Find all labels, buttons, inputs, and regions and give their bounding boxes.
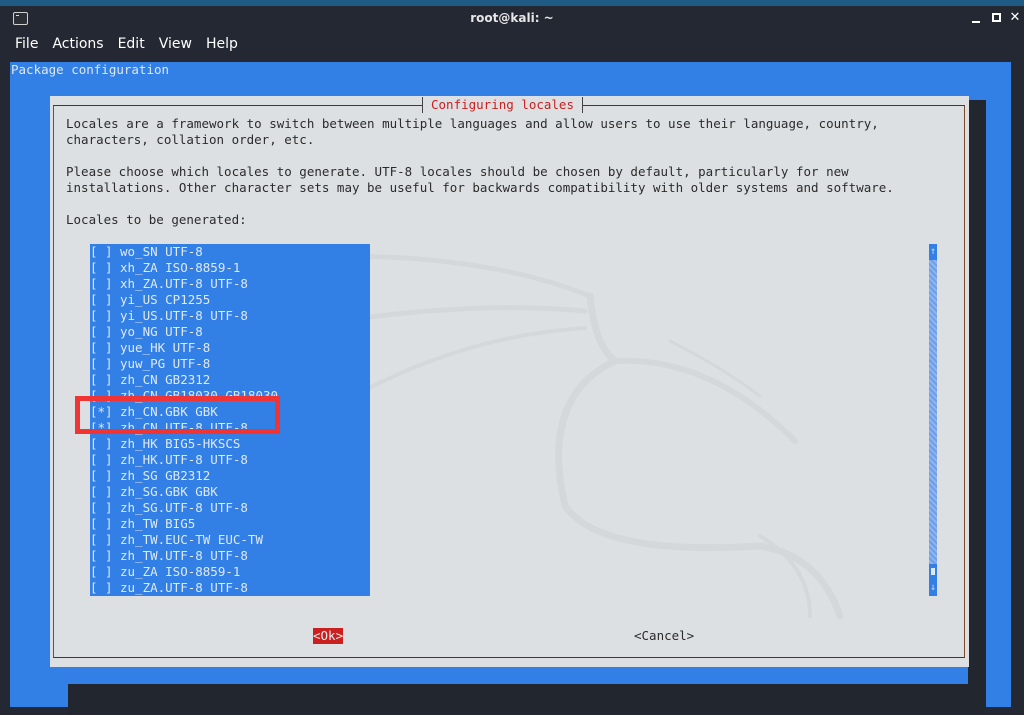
- locale-item[interactable]: [ ] zh_TW BIG5: [90, 516, 370, 532]
- locale-name: zu_ZA ISO-8859-1: [120, 564, 241, 579]
- locale-item[interactable]: [ ] zh_HK BIG5-HKSCS: [90, 436, 370, 452]
- locale-name: wo_SN UTF-8: [120, 244, 203, 259]
- locale-name: zh_TW.EUC-TW EUC-TW: [120, 532, 263, 547]
- locale-checkbox[interactable]: [ ]: [90, 468, 120, 484]
- terminal-window: root@kali: ~ ✕ File Actions Edit View He…: [0, 6, 1024, 715]
- locale-item[interactable]: [ ] yue_HK UTF-8: [90, 340, 370, 356]
- locales-list-label: Locales to be generated:: [66, 212, 247, 227]
- locale-item[interactable]: [ ] yuw_PG UTF-8: [90, 356, 370, 372]
- locale-name: zh_CN GB2312: [120, 372, 211, 387]
- locale-checkbox[interactable]: [ ]: [90, 260, 120, 276]
- locale-name: yo_NG UTF-8: [120, 324, 203, 339]
- locale-item[interactable]: [*] zh_CN.UTF-8 UTF-8: [90, 420, 370, 436]
- locale-item[interactable]: [ ] yi_US CP1255: [90, 292, 370, 308]
- locale-item[interactable]: [ ] zh_TW.UTF-8 UTF-8: [90, 548, 370, 564]
- scrollbar[interactable]: ↑ ↓: [929, 244, 937, 596]
- locale-item[interactable]: [ ] zh_SG.GBK GBK: [90, 484, 370, 500]
- locale-name: zh_TW BIG5: [120, 516, 196, 531]
- locale-checkbox[interactable]: [ ]: [90, 500, 120, 516]
- locale-checkbox[interactable]: [ ]: [90, 308, 120, 324]
- locale-name: zh_HK.UTF-8 UTF-8: [120, 452, 248, 467]
- locale-item[interactable]: [ ] zu_ZA ISO-8859-1: [90, 564, 370, 580]
- locale-name: zh_CN.GBK GBK: [120, 404, 218, 419]
- locale-item[interactable]: [ ] zh_HK.UTF-8 UTF-8: [90, 452, 370, 468]
- locales-dialog: Configuring locales Locales are a framew…: [50, 96, 969, 667]
- locale-item[interactable]: [ ] yo_NG UTF-8: [90, 324, 370, 340]
- locale-name: yue_HK UTF-8: [120, 340, 211, 355]
- locale-item[interactable]: [ ] zh_SG.UTF-8 UTF-8: [90, 500, 370, 516]
- menu-edit[interactable]: Edit: [112, 34, 153, 58]
- locale-name: zh_CN.UTF-8 UTF-8: [120, 420, 248, 435]
- locale-item[interactable]: [ ] wo_SN UTF-8: [90, 244, 370, 260]
- locale-checkbox[interactable]: [ ]: [90, 324, 120, 340]
- locale-checkbox[interactable]: [ ]: [90, 356, 120, 372]
- locale-name: yi_US CP1255: [120, 292, 211, 307]
- locale-checkbox[interactable]: [ ]: [90, 276, 120, 292]
- locale-checkbox[interactable]: [ ]: [90, 452, 120, 468]
- locale-item[interactable]: [*] zh_CN.GBK GBK: [90, 404, 370, 420]
- locale-name: zh_TW.UTF-8 UTF-8: [120, 548, 248, 563]
- locale-checkbox[interactable]: [ ]: [90, 580, 120, 596]
- scrollbar-thumb[interactable]: [929, 564, 937, 580]
- description-paragraph-1: Locales are a framework to switch betwee…: [66, 116, 879, 147]
- locale-checkbox[interactable]: [ ]: [90, 484, 120, 500]
- locale-checkbox[interactable]: [ ]: [90, 372, 120, 388]
- cancel-button[interactable]: <Cancel>: [634, 628, 694, 644]
- locale-item[interactable]: [ ] zh_TW.EUC-TW EUC-TW: [90, 532, 370, 548]
- locale-checkbox[interactable]: [ ]: [90, 564, 120, 580]
- title-bar: root@kali: ~ ✕: [0, 6, 1024, 32]
- locale-checkbox[interactable]: [*]: [90, 404, 120, 420]
- locale-item[interactable]: [ ] zu_ZA.UTF-8 UTF-8: [90, 580, 370, 596]
- locale-checkbox[interactable]: [*]: [90, 420, 120, 436]
- dialog-title: Configuring locales: [422, 97, 583, 113]
- locales-list[interactable]: [ ] wo_SN UTF-8[ ] xh_ZA ISO-8859-1[ ] xh_Z…: [90, 244, 370, 596]
- scroll-down-arrow-icon[interactable]: ↓: [929, 580, 937, 596]
- locale-checkbox[interactable]: [ ]: [90, 292, 120, 308]
- locale-name: zh_HK BIG5-HKSCS: [120, 436, 241, 451]
- terminal-area[interactable]: Package configuration Configuring locale…: [10, 62, 1011, 714]
- locale-name: yuw_PG UTF-8: [120, 356, 211, 371]
- locale-name: xh_ZA.UTF-8 UTF-8: [120, 276, 248, 291]
- locale-name: zu_ZA.UTF-8 UTF-8: [120, 580, 248, 595]
- locale-checkbox[interactable]: [ ]: [90, 340, 120, 356]
- locale-item[interactable]: [ ] xh_ZA ISO-8859-1: [90, 260, 370, 276]
- locale-item[interactable]: [ ] yi_US.UTF-8 UTF-8: [90, 308, 370, 324]
- maximize-button[interactable]: [990, 12, 1002, 24]
- window-title: root@kali: ~: [470, 11, 554, 25]
- description-paragraph-2: Please choose which locales to generate.…: [66, 164, 894, 195]
- locale-checkbox[interactable]: [ ]: [90, 436, 120, 452]
- scroll-up-arrow-icon[interactable]: ↑: [929, 244, 937, 260]
- menu-help[interactable]: Help: [200, 34, 246, 58]
- locale-checkbox[interactable]: [ ]: [90, 388, 120, 404]
- locale-checkbox[interactable]: [ ]: [90, 516, 120, 532]
- locale-name: zh_SG.GBK GBK: [120, 484, 218, 499]
- minimize-button[interactable]: [970, 12, 982, 24]
- locale-item[interactable]: [ ] zh_CN.GB18030 GB18030: [90, 388, 370, 404]
- locale-checkbox[interactable]: [ ]: [90, 548, 120, 564]
- locale-checkbox[interactable]: [ ]: [90, 244, 120, 260]
- locale-name: xh_ZA ISO-8859-1: [120, 260, 241, 275]
- locale-item[interactable]: [ ] zh_SG GB2312: [90, 468, 370, 484]
- locale-name: zh_CN.GB18030 GB18030: [120, 388, 279, 403]
- dialog-shadow-right: [968, 100, 986, 700]
- menu-view[interactable]: View: [153, 34, 200, 58]
- locale-item[interactable]: [ ] zh_CN GB2312: [90, 372, 370, 388]
- menu-file[interactable]: File: [0, 34, 46, 58]
- dialog-shadow-bottom: [68, 684, 986, 714]
- menu-bar: File Actions Edit View Help: [0, 34, 1024, 58]
- package-configuration-header: Package configuration: [11, 62, 170, 77]
- ok-button[interactable]: <Ok>: [313, 628, 344, 644]
- locale-item[interactable]: [ ] xh_ZA.UTF-8 UTF-8: [90, 276, 370, 292]
- locale-name: zh_SG GB2312: [120, 468, 211, 483]
- menu-actions[interactable]: Actions: [46, 34, 111, 58]
- locale-name: zh_SG.UTF-8 UTF-8: [120, 500, 248, 515]
- locale-name: yi_US.UTF-8 UTF-8: [120, 308, 248, 323]
- close-button[interactable]: ✕: [1009, 11, 1021, 24]
- locale-checkbox[interactable]: [ ]: [90, 532, 120, 548]
